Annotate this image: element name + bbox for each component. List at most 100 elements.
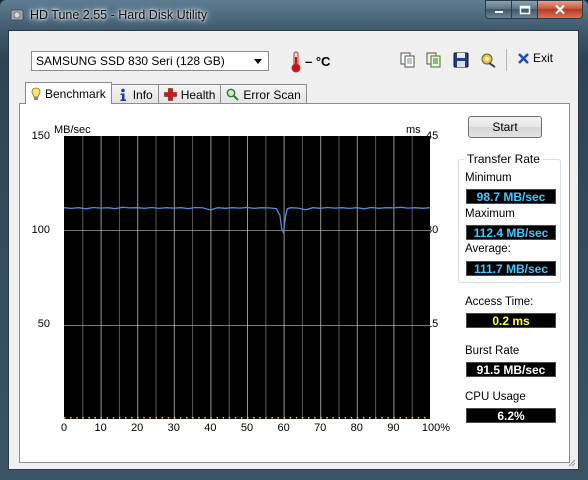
x-tick-label: 70	[314, 422, 327, 434]
access-time-point	[198, 417, 200, 419]
access-time-point	[338, 417, 340, 419]
maximize-button[interactable]	[512, 0, 538, 19]
minimum-label: Minimum	[465, 172, 512, 184]
maximum-value: 112.4 MB/sec	[466, 225, 556, 240]
window-title: HD Tune 2.55 - Hard Disk Utility	[30, 8, 208, 22]
access-time-point	[167, 417, 170, 419]
access-time-point	[106, 417, 109, 419]
access-time-point	[222, 417, 225, 419]
x-tick-label: 30	[167, 422, 180, 434]
copy-icon[interactable]	[399, 51, 417, 69]
y-tick-left: 150	[31, 130, 50, 142]
exit-button[interactable]: Exit	[517, 51, 553, 65]
exit-x-icon	[518, 52, 529, 64]
access-time-point	[76, 417, 78, 419]
info-icon	[120, 88, 126, 101]
access-time-point	[350, 417, 353, 419]
caption-buttons	[485, 0, 583, 20]
x-tick-label: 50	[240, 422, 254, 434]
access-time-label: Access Time:	[465, 296, 534, 308]
access-time-point	[417, 417, 420, 419]
x-tick-label: 80	[350, 422, 363, 434]
dropdown-arrow-icon[interactable]	[251, 53, 265, 69]
access-time-point	[192, 417, 194, 419]
access-time-point	[118, 417, 121, 419]
access-time-point	[155, 417, 157, 419]
options-icon[interactable]	[480, 51, 498, 69]
x-tick-label: 90	[387, 422, 400, 434]
access-time-point	[100, 417, 103, 419]
tab-benchmark-label: Benchmark	[45, 86, 106, 101]
access-time-point	[362, 417, 365, 419]
access-time-point	[204, 417, 206, 419]
tab-info-label: Info	[132, 87, 153, 102]
maximize-icon	[519, 5, 530, 14]
access-time-point	[64, 417, 66, 419]
access-time-point	[216, 417, 218, 419]
health-cross-icon	[163, 88, 177, 101]
access-time-point	[94, 417, 96, 419]
start-button[interactable]: Start	[468, 116, 542, 138]
access-time-point	[137, 417, 139, 419]
tab-info[interactable]: Info	[110, 84, 159, 104]
title-bar[interactable]: HD Tune 2.55 - Hard Disk Utility	[0, 0, 588, 28]
x-tick-label: 10	[94, 422, 107, 434]
access-time-point	[143, 417, 145, 419]
tab-strip: Benchmark Info Health Error Scan	[25, 82, 307, 104]
close-button[interactable]	[538, 0, 583, 19]
benchmark-bulb-icon	[31, 87, 41, 100]
access-time-point	[314, 417, 316, 419]
x-tick-label: 100%	[421, 422, 451, 434]
tab-health[interactable]: Health	[157, 84, 222, 104]
transfer-rate-title: Transfer Rate	[464, 152, 543, 166]
y-tick-left: 100	[31, 224, 50, 236]
y-axis-unit-left: MB/sec	[54, 124, 91, 136]
access-time-point	[283, 417, 286, 419]
access-time-point	[277, 417, 279, 419]
access-time-point	[234, 417, 237, 419]
cpu-usage-value: 6.2%	[466, 408, 556, 423]
access-time-point	[149, 417, 151, 419]
magnifier-icon	[227, 88, 240, 101]
resize-grip-icon[interactable]	[566, 457, 576, 467]
thermometer-icon	[291, 51, 301, 73]
minimum-value: 98.7 MB/sec	[466, 189, 556, 204]
access-time-point	[393, 417, 395, 419]
x-tick-label: 40	[204, 422, 217, 434]
access-time-point	[381, 417, 383, 419]
access-time-point	[271, 417, 273, 419]
y-tick-left: 50	[37, 318, 50, 330]
minimize-button[interactable]	[485, 0, 512, 19]
access-time-point	[301, 417, 304, 419]
copy-all-icon[interactable]	[425, 51, 443, 69]
access-time-point	[375, 417, 377, 419]
drive-dropdown-value: SAMSUNG SSD 830 Seri (128 GB)	[36, 54, 225, 68]
access-time-point	[387, 417, 389, 419]
access-time-point	[308, 417, 310, 419]
transfer-rate-plot	[64, 136, 430, 419]
access-time-value: 0.2 ms	[466, 313, 556, 328]
access-time-point	[399, 417, 401, 419]
burst-rate-value: 91.5 MB/sec	[466, 362, 556, 377]
toolbar-separator	[506, 49, 507, 71]
save-icon[interactable]	[452, 51, 470, 69]
access-time-point	[253, 417, 255, 419]
access-time-point	[82, 417, 84, 419]
access-time-point	[405, 417, 408, 419]
tab-benchmark[interactable]: Benchmark	[25, 82, 112, 104]
access-time-point	[70, 417, 72, 419]
access-time-point	[289, 417, 292, 419]
access-time-point	[88, 417, 90, 419]
access-time-point	[228, 417, 231, 419]
access-time-point	[173, 417, 176, 419]
access-time-point	[369, 417, 371, 419]
tab-health-label: Health	[180, 87, 216, 102]
drive-dropdown[interactable]: SAMSUNG SSD 830 Seri (128 GB)	[31, 51, 269, 71]
temperature-readout: – °C	[305, 54, 331, 69]
cpu-usage-label: CPU Usage	[465, 391, 526, 403]
access-time-point	[326, 417, 328, 419]
burst-rate-label: Burst Rate	[465, 345, 520, 357]
tab-error-scan[interactable]: Error Scan	[220, 84, 307, 104]
access-time-point	[356, 417, 359, 419]
access-time-point	[423, 417, 426, 419]
